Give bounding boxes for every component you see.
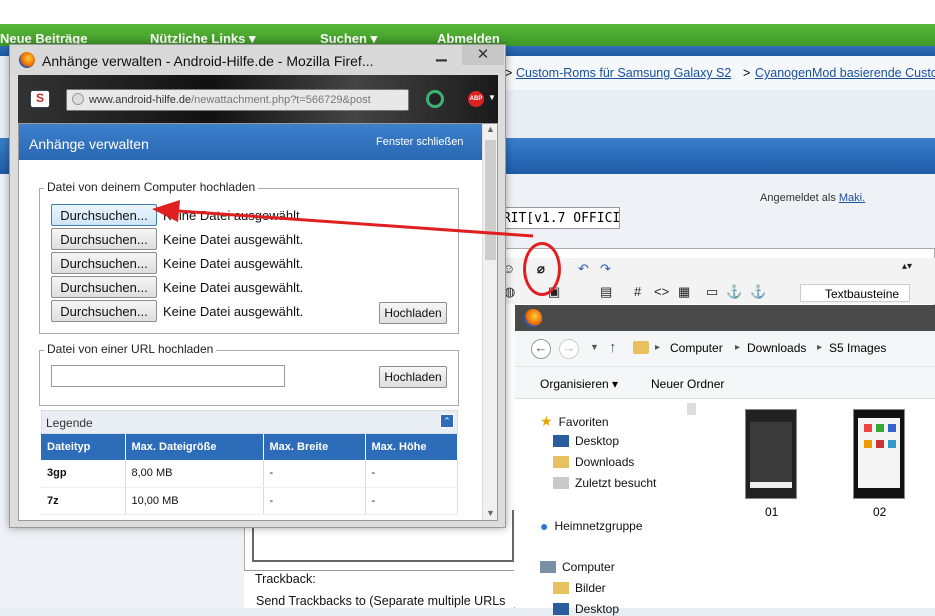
annotation-arrow <box>152 200 534 238</box>
